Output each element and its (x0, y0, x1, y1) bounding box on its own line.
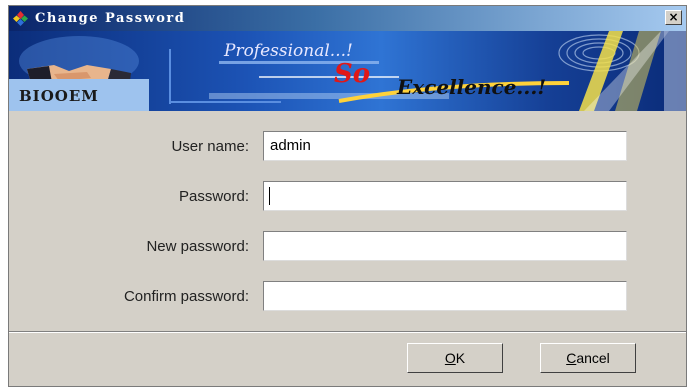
password-row: Password: (9, 181, 686, 211)
new-password-field[interactable] (263, 231, 627, 261)
window-title: Change Password (35, 11, 186, 26)
confirm-password-field[interactable] (263, 281, 627, 311)
ok-button[interactable]: OK (407, 343, 503, 373)
banner-image: BIOOEM Professional...! So Excellence...… (9, 31, 686, 111)
cancel-label-rest: ancel (576, 350, 610, 366)
cancel-button[interactable]: Cancel (540, 343, 636, 373)
close-button[interactable]: × (665, 10, 682, 25)
username-label: User name: (171, 138, 249, 155)
username-row: User name: admin (9, 131, 686, 161)
slogan-so: So (334, 59, 371, 89)
text-caret (269, 187, 270, 205)
change-password-dialog: Change Password × BIOOEM Professional...… (8, 5, 687, 387)
new-password-label: New password: (146, 238, 249, 255)
button-separator (9, 331, 686, 333)
slogan-professional: Professional...! (224, 41, 353, 61)
new-password-row: New password: (9, 231, 686, 261)
form-area: User name: admin Password: New password:… (9, 111, 686, 331)
title-bar[interactable]: Change Password × (9, 6, 686, 31)
password-field[interactable] (263, 181, 627, 211)
cancel-mnemonic: C (566, 350, 577, 366)
slogan-excellence: Excellence...! (397, 75, 547, 99)
ok-label-rest: K (455, 350, 466, 366)
username-field[interactable]: admin (263, 131, 627, 161)
confirm-password-label: Confirm password: (123, 288, 249, 305)
password-label: Password: (178, 188, 249, 205)
close-icon: × (668, 10, 679, 24)
confirm-password-row: Confirm password: (9, 281, 686, 311)
brand-logo-text: BIOOEM (19, 87, 99, 105)
ok-mnemonic: O (444, 350, 456, 366)
app-diamond-icon (13, 11, 28, 26)
